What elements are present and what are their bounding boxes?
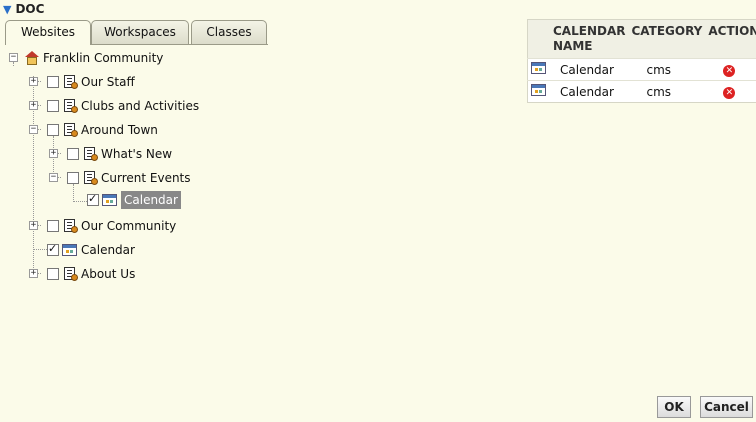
tab-workspaces[interactable]: Workspaces: [91, 20, 189, 44]
tree-checkbox-checked[interactable]: [47, 242, 59, 256]
page-icon: [62, 219, 78, 233]
page-icon: [62, 123, 78, 137]
tree-node-label: About Us: [81, 267, 136, 281]
collapse-toggle[interactable]: −: [49, 173, 58, 182]
page-icon: [82, 171, 98, 185]
grid-cell-action: ✕: [705, 58, 756, 81]
table-row[interactable]: Calendar cms ✕: [527, 58, 756, 81]
calendar-icon: [102, 193, 118, 207]
tree-node-label: Around Town: [81, 123, 158, 137]
tree-node-label: Our Community: [81, 219, 177, 233]
expand-toggle[interactable]: +: [49, 149, 58, 158]
page-icon: [62, 267, 78, 281]
calendar-icon: [531, 83, 547, 97]
expand-toggle[interactable]: +: [29, 77, 38, 86]
tree-node-our-community[interactable]: Our Community: [47, 217, 176, 235]
calendar-grid: CALENDAR NAME CATEGORY ACTION Calendar c…: [527, 19, 756, 103]
tree-checkbox-checked[interactable]: [87, 192, 99, 206]
collapse-toggle[interactable]: −: [29, 125, 38, 134]
ok-button[interactable]: OK: [657, 396, 691, 418]
tree-node-whats-new[interactable]: What's New: [67, 145, 172, 163]
grid-cell-action: ✕: [705, 80, 756, 103]
grid-cell-icon: [527, 80, 550, 103]
grid-cell-category: cms: [628, 58, 706, 81]
tree-node-around-town[interactable]: Around Town: [47, 121, 158, 139]
site-tree: − Franklin Community + Our Staff + Clubs…: [0, 46, 300, 286]
tree-node-label: Clubs and Activities: [81, 99, 200, 113]
page-icon: [62, 99, 78, 113]
tree-node-label: Current Events: [101, 171, 191, 185]
table-row[interactable]: Calendar cms ✕: [527, 80, 756, 103]
tree-node-label: What's New: [101, 147, 173, 161]
tree-checkbox[interactable]: [47, 220, 59, 232]
tree-checkbox[interactable]: [47, 268, 59, 280]
tree-node-clubs-and-activities[interactable]: Clubs and Activities: [47, 97, 199, 115]
tree-node-root[interactable]: Franklin Community: [24, 49, 163, 67]
tree-checkbox[interactable]: [47, 76, 59, 88]
tree-node-calendar-selected[interactable]: Calendar: [87, 191, 181, 209]
tab-classes[interactable]: Classes: [191, 20, 267, 44]
column-header-calendar-name[interactable]: CALENDAR NAME: [550, 19, 629, 59]
grid-cell-name: Calendar: [550, 80, 629, 103]
grid-cell-name: Calendar: [550, 58, 629, 81]
tree-node-label: Franklin Community: [43, 51, 164, 65]
tree-checkbox[interactable]: [67, 148, 79, 160]
column-header-category[interactable]: CATEGORY: [628, 19, 706, 59]
expand-toggle[interactable]: +: [29, 101, 38, 110]
tree-node-calendar[interactable]: Calendar: [47, 241, 135, 259]
delete-icon[interactable]: ✕: [723, 65, 736, 77]
grid-cell-icon: [527, 58, 550, 81]
grid-header-row: CALENDAR NAME CATEGORY ACTION: [527, 19, 756, 59]
column-header-action[interactable]: ACTION: [705, 19, 756, 59]
calendar-icon: [62, 243, 78, 257]
cancel-button[interactable]: Cancel: [700, 396, 753, 418]
tab-websites[interactable]: Websites: [5, 20, 91, 45]
tree-node-current-events[interactable]: Current Events: [67, 169, 191, 187]
expand-toggle[interactable]: +: [29, 221, 38, 230]
home-icon: [24, 51, 40, 65]
page-icon: [62, 75, 78, 89]
collapse-toggle[interactable]: −: [9, 53, 18, 62]
tree-node-label-selected: Calendar: [121, 191, 181, 209]
delete-icon[interactable]: ✕: [723, 87, 736, 99]
section-header[interactable]: ▼ DOC: [3, 1, 44, 17]
grid-cell-category: cms: [628, 80, 706, 103]
page-icon: [82, 147, 98, 161]
expand-toggle[interactable]: +: [29, 269, 38, 278]
section-title: DOC: [15, 2, 45, 16]
tree-checkbox[interactable]: [47, 100, 59, 112]
tree-checkbox[interactable]: [47, 124, 59, 136]
tree-node-label: Our Staff: [81, 75, 135, 89]
tree-node-about-us[interactable]: About Us: [47, 265, 135, 283]
tree-node-label: Calendar: [81, 243, 135, 257]
chevron-down-icon[interactable]: ▼: [3, 3, 11, 16]
tree-node-our-staff[interactable]: Our Staff: [47, 73, 135, 91]
calendar-icon: [531, 61, 547, 75]
grid-icon-header: [527, 19, 550, 59]
tree-checkbox[interactable]: [67, 172, 79, 184]
